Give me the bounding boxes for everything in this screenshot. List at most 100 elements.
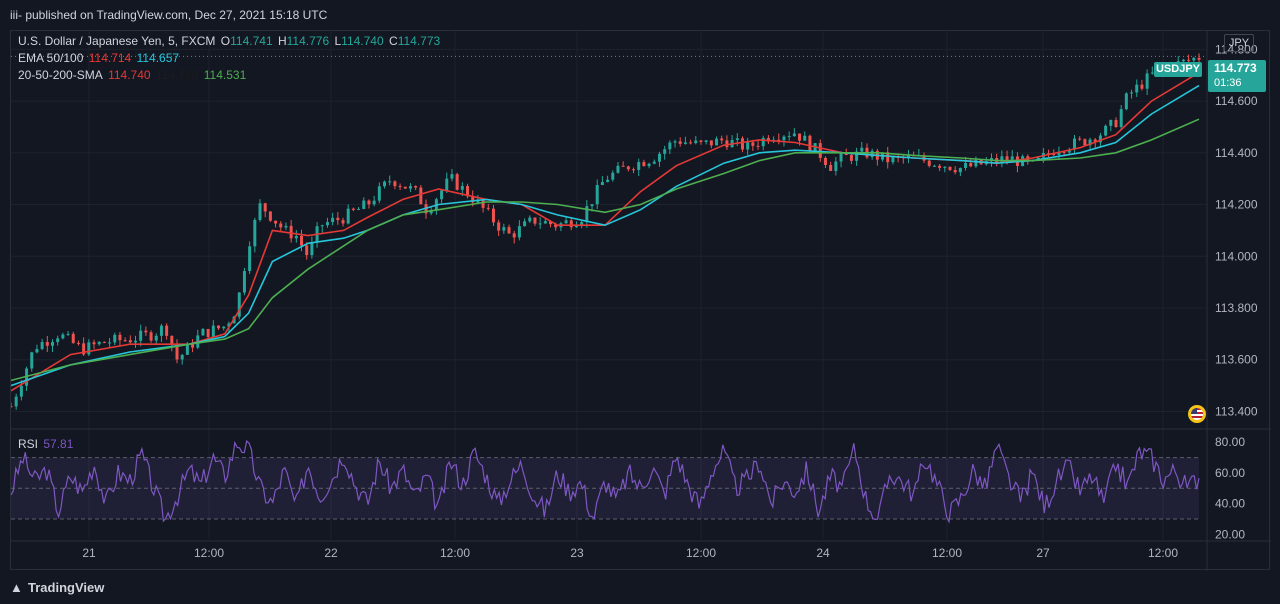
symbol-legend[interactable]: U.S. Dollar / Japanese Yen, 5, FXCM O114… bbox=[18, 34, 442, 48]
candle-body bbox=[502, 227, 506, 231]
candle-body bbox=[818, 143, 822, 158]
candle-body bbox=[180, 354, 184, 360]
price-tag: 114.773 01:36 bbox=[1208, 60, 1266, 92]
publish-header: iii- published on TradingView.com, Dec 2… bbox=[0, 0, 1280, 30]
candle-body bbox=[398, 186, 402, 188]
open-value: 114.741 bbox=[230, 34, 273, 48]
candle-body bbox=[393, 181, 397, 187]
candle-body bbox=[787, 136, 791, 138]
candle-body bbox=[242, 270, 246, 293]
tradingview-logo-icon: ▲ bbox=[10, 580, 23, 595]
candle-body bbox=[149, 332, 153, 341]
open-label: O bbox=[220, 34, 231, 48]
candle-body bbox=[512, 233, 516, 238]
candle-body bbox=[408, 186, 412, 189]
candle-body bbox=[782, 136, 786, 141]
candle-body bbox=[159, 325, 163, 336]
rsi-legend[interactable]: RSI 57.81 bbox=[18, 437, 75, 451]
currency-button[interactable]: JPY bbox=[1224, 34, 1254, 52]
candle-body bbox=[331, 217, 335, 223]
rsi-label: RSI bbox=[18, 437, 39, 451]
candle-body bbox=[113, 334, 117, 343]
price-tick-label: 114.200 bbox=[1215, 198, 1258, 212]
candle-body bbox=[528, 217, 532, 222]
candle-body bbox=[362, 200, 366, 209]
candle-body bbox=[217, 325, 221, 329]
candle-body bbox=[606, 179, 610, 183]
candle-body bbox=[9, 406, 13, 408]
sma-200-value: 114.531 bbox=[203, 68, 247, 82]
candle-body bbox=[248, 246, 252, 271]
candle-body bbox=[289, 225, 293, 239]
candle-body bbox=[35, 349, 39, 353]
ma-line-ema_fast bbox=[10, 71, 1200, 392]
rsi-panel bbox=[10, 439, 1200, 524]
candle-body bbox=[206, 328, 210, 337]
candle-body bbox=[798, 133, 802, 141]
sma-20-value: 114.740 bbox=[108, 68, 151, 82]
candle-body bbox=[663, 149, 667, 154]
chart-frame[interactable]: 21 12:00 22 12:00 23 12:00 24 12:00 27 12:00 113.4… bbox=[9, 30, 1271, 571]
candle-body bbox=[165, 325, 169, 336]
flag-icon[interactable] bbox=[1188, 405, 1206, 423]
ema-label: EMA 50/100 bbox=[18, 51, 84, 65]
candle-body bbox=[71, 333, 75, 343]
x-tick-label: 27 bbox=[1036, 546, 1050, 560]
candle-body bbox=[1135, 84, 1139, 93]
candle-body bbox=[440, 190, 444, 200]
ema-legend[interactable]: EMA 50/100 114.714 114.657 bbox=[18, 51, 181, 65]
candle-body bbox=[1010, 156, 1014, 160]
tradingview-brand[interactable]: ▲ TradingView bbox=[10, 580, 104, 595]
candle-body bbox=[642, 162, 646, 167]
candle-body bbox=[222, 326, 226, 329]
candle-body bbox=[673, 141, 677, 143]
candle-body bbox=[543, 221, 547, 224]
candle-body bbox=[668, 142, 672, 150]
price-tick-label: 113.800 bbox=[1215, 301, 1258, 315]
candle-body bbox=[419, 187, 423, 205]
candle-body bbox=[45, 342, 49, 346]
candle-body bbox=[445, 178, 449, 191]
rsi-tick-label: 20.00 bbox=[1215, 527, 1245, 541]
candle-body bbox=[829, 164, 833, 171]
candle-body bbox=[808, 135, 812, 152]
candle-body bbox=[621, 165, 625, 167]
currency-label: JPY bbox=[1228, 37, 1250, 49]
candle-body bbox=[964, 163, 968, 168]
candle-body bbox=[891, 156, 895, 163]
candle-body bbox=[1109, 120, 1113, 126]
publish-info: iii- published on TradingView.com, Dec 2… bbox=[10, 8, 328, 22]
x-tick-label: 21 bbox=[82, 546, 96, 560]
ma-line-ema_slow bbox=[10, 84, 1200, 387]
candle-body bbox=[943, 166, 947, 168]
candle-body bbox=[751, 142, 755, 146]
candle-body bbox=[118, 334, 122, 341]
high-label: H bbox=[277, 34, 287, 48]
candle-body bbox=[294, 235, 298, 239]
candle-body bbox=[450, 174, 454, 179]
candle-body bbox=[948, 166, 952, 171]
sma-legend[interactable]: 20-50-200-SMA 114.740 114.718 114.531 bbox=[18, 68, 248, 82]
candle-body bbox=[735, 138, 739, 140]
candle-body bbox=[305, 245, 309, 256]
candle-body bbox=[611, 172, 615, 180]
candle-body bbox=[300, 235, 304, 246]
candle-body bbox=[792, 133, 796, 137]
symbol-tag: USDJPY bbox=[1154, 62, 1202, 77]
candle-body bbox=[144, 330, 148, 333]
x-tick-label: 12:00 bbox=[440, 546, 470, 560]
candle-body bbox=[927, 160, 931, 166]
x-tick-label: 24 bbox=[816, 546, 830, 560]
chart-canvas[interactable]: 21 12:00 22 12:00 23 12:00 24 12:00 27 12:00 113.4… bbox=[9, 31, 1271, 571]
candle-body bbox=[486, 207, 490, 209]
candle-body bbox=[341, 220, 345, 224]
candle-body bbox=[87, 342, 91, 355]
candle-body bbox=[481, 199, 485, 208]
candle-body bbox=[932, 165, 936, 167]
rsi-value: 57.81 bbox=[43, 437, 74, 451]
candle-body bbox=[30, 352, 34, 369]
candle-body bbox=[1145, 73, 1149, 89]
candle-body bbox=[383, 181, 387, 187]
candle-body bbox=[377, 186, 381, 201]
candle-body bbox=[1083, 139, 1087, 146]
